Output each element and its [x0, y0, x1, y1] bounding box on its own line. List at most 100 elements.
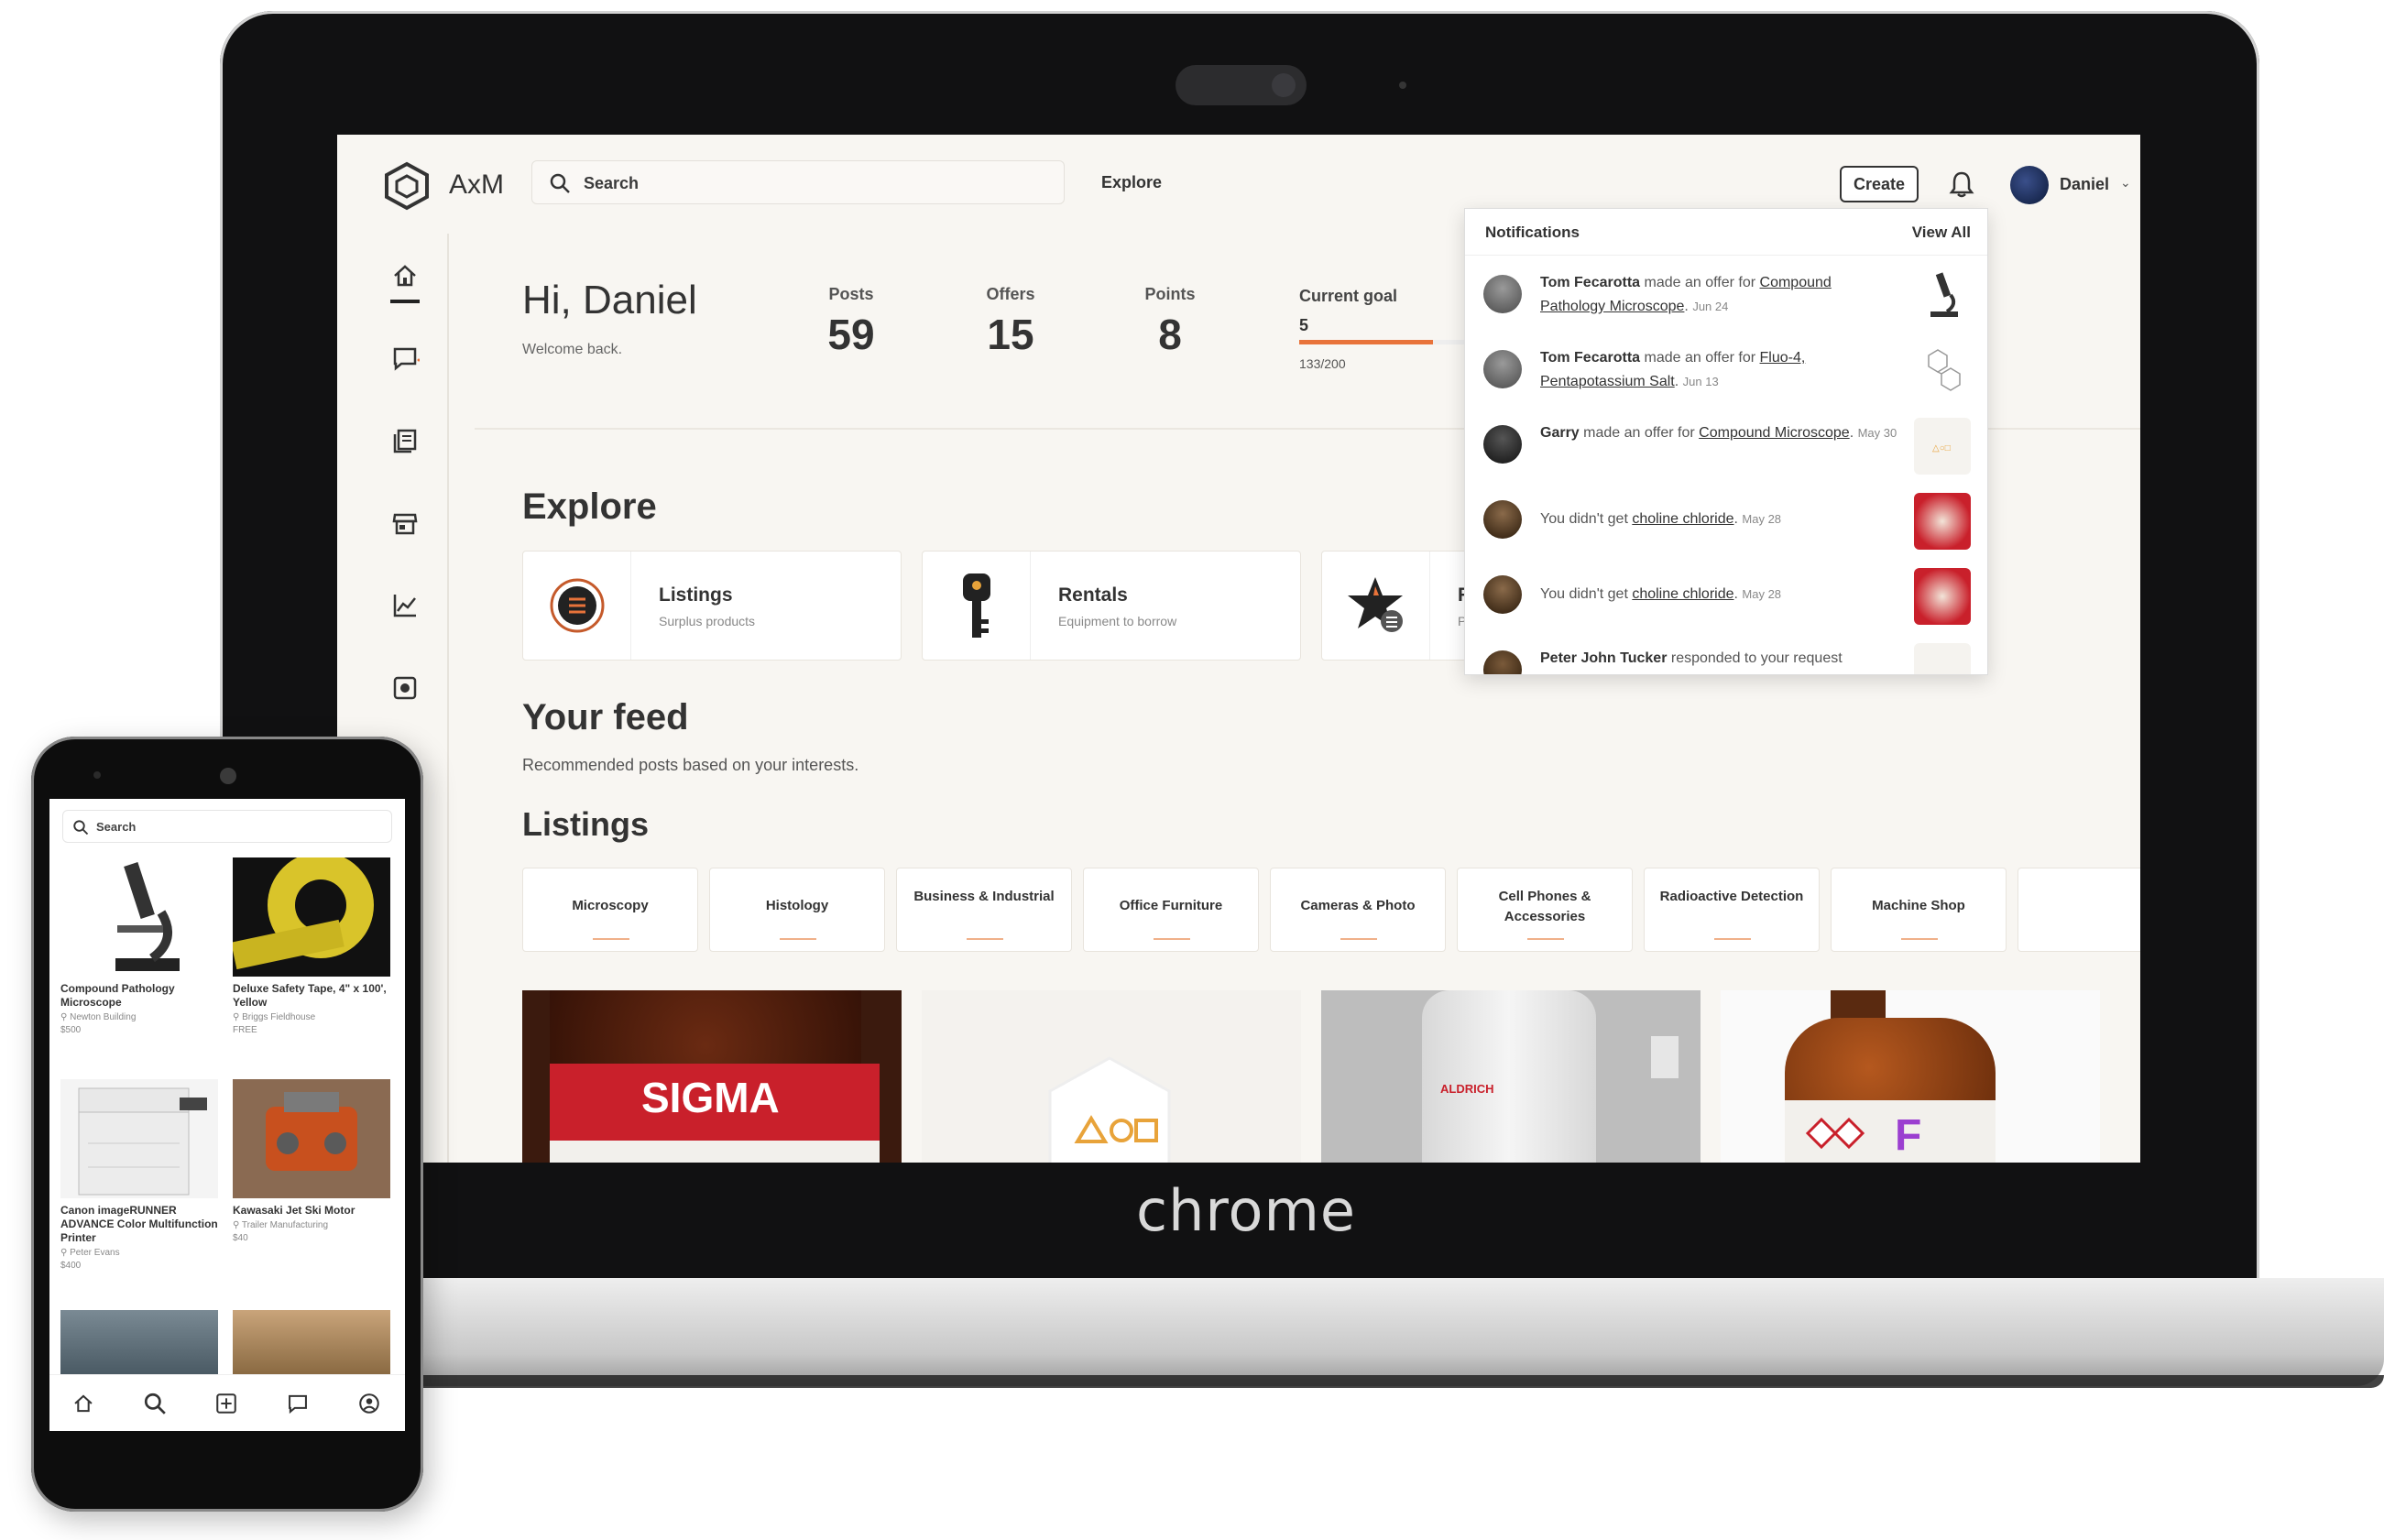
notification-thumbnail: [1914, 268, 1971, 324]
notification-item[interactable]: Peter John Tucker responded to your requ…: [1465, 636, 1987, 674]
listing-title: Canon imageRUNNER ADVANCE Color Multifun…: [60, 1204, 218, 1244]
app-name[interactable]: AxM: [449, 169, 504, 201]
listings-heading: Listings: [522, 805, 650, 843]
notification-link[interactable]: Compound Microscope: [1699, 425, 1850, 441]
top-navigation-bar: AxM Search Explore Create Daniel ⌄: [337, 135, 2140, 213]
home-icon[interactable]: [390, 261, 420, 290]
chat-icon[interactable]: [286, 1392, 310, 1415]
user-menu-name[interactable]: Daniel: [2060, 175, 2109, 194]
stat-label: Posts: [828, 285, 874, 303]
search-icon: [550, 173, 570, 193]
explore-heading: Explore: [522, 486, 657, 527]
placeholder-logo-icon: [1048, 1056, 1171, 1163]
listing-title: Kawasaki Jet Ski Motor: [233, 1204, 355, 1217]
profile-icon[interactable]: [357, 1392, 381, 1415]
listing-location: ⚲ Peter Evans: [60, 1248, 218, 1258]
listing-photo-aldrich[interactable]: ALDRICH: [1321, 990, 1701, 1163]
chevron-down-icon[interactable]: ⌄: [2120, 175, 2131, 191]
bell-icon[interactable]: [1948, 169, 1975, 199]
phone-listing-card[interactable]: Deluxe Safety Tape, 4" x 100', Yellow ⚲ …: [233, 857, 390, 1035]
nav-explore-link[interactable]: Explore: [1101, 173, 1162, 192]
explore-card-rentals[interactable]: Rentals Equipment to borrow: [922, 551, 1301, 661]
avatar: [1483, 500, 1522, 539]
category-underline: [1340, 938, 1377, 940]
phone-listing-card[interactable]: [60, 1310, 218, 1374]
listing-photo-placeholder[interactable]: [922, 990, 1301, 1163]
add-post-icon[interactable]: [214, 1392, 238, 1415]
explore-card-listings[interactable]: Listings Surplus products: [522, 551, 902, 661]
stat-value: 59: [827, 311, 875, 358]
category-underline: [967, 938, 1003, 940]
stat-offers[interactable]: Offers 15: [969, 285, 1052, 359]
category-underline: [593, 938, 629, 940]
laptop-brand-logo: chrome: [1136, 1177, 1356, 1244]
star-icon: [1348, 577, 1403, 632]
category-underline: [1527, 938, 1564, 940]
search-input[interactable]: Search: [531, 160, 1065, 204]
notification-text: You didn't get choline chloride. May 28: [1540, 586, 1782, 602]
category-histology[interactable]: Histology: [709, 868, 885, 952]
phone-listing-card[interactable]: [233, 1310, 390, 1374]
sidebar-divider: [447, 234, 449, 1163]
notification-item[interactable]: Tom Fecarotta made an offer for Compound…: [1465, 260, 1987, 335]
notification-link[interactable]: choline chloride: [1632, 586, 1733, 602]
notification-item[interactable]: Garry made an offer for Compound Microsc…: [1465, 410, 1987, 486]
notification-text: Garry made an offer for Compound Microsc…: [1540, 425, 1897, 441]
documents-icon[interactable]: [390, 426, 420, 455]
listing-location-text: Newton Building: [70, 1012, 137, 1022]
stat-points[interactable]: Points 8: [1129, 285, 1211, 359]
avatar: [1483, 425, 1522, 464]
category-microscopy[interactable]: Microscopy: [522, 868, 698, 952]
notification-item[interactable]: Tom Fecarotta made an offer for Fluo-4, …: [1465, 335, 1987, 410]
stat-value: 15: [987, 311, 1034, 358]
notification-message: responded to your request: [1667, 650, 1843, 666]
category-label: Microscopy: [572, 898, 649, 913]
listing-photo-amber-bottle[interactable]: F: [1721, 990, 2100, 1163]
phone-listing-card[interactable]: Compound Pathology Microscope ⚲ Newton B…: [60, 857, 218, 1035]
listing-location-text: Peter Evans: [70, 1248, 120, 1258]
notification-thumbnail: △○□: [1914, 418, 1971, 475]
phone-listing-card[interactable]: Kawasaki Jet Ski Motor ⚲ Trailer Manufac…: [233, 1079, 390, 1243]
phone-listing-card[interactable]: Canon imageRUNNER ADVANCE Color Multifun…: [60, 1079, 218, 1271]
category-cell-phones[interactable]: Cell Phones & Accessories: [1457, 868, 1633, 952]
search-icon[interactable]: [143, 1392, 167, 1415]
category-business-industrial[interactable]: Business & Industrial: [896, 868, 1072, 952]
category-cameras-photo[interactable]: Cameras & Photo: [1270, 868, 1446, 952]
axm-logo-icon[interactable]: [381, 160, 432, 212]
user-avatar[interactable]: [2010, 166, 2049, 204]
avatar: [1483, 575, 1522, 614]
avatar: [1483, 650, 1522, 674]
printer-icon: [78, 1087, 207, 1196]
notification-thumbnail: [1914, 343, 1971, 399]
notification-item[interactable]: You didn't get choline chloride. May 28: [1465, 486, 1987, 561]
notification-date: Jun 13: [1682, 375, 1719, 388]
category-partial[interactable]: Pu: [2018, 868, 2140, 952]
store-icon[interactable]: [390, 508, 420, 538]
device-mockup: chrome AxM Search Explore Create Daniel …: [0, 0, 2384, 1540]
stat-posts[interactable]: Posts 59: [810, 285, 892, 359]
analytics-icon[interactable]: [390, 591, 420, 620]
chat-icon[interactable]: [390, 344, 420, 373]
aldrich-brand-label: ALDRICH: [1440, 1082, 1494, 1096]
settings-icon[interactable]: [390, 673, 420, 703]
view-all-link[interactable]: View All: [1912, 224, 1971, 242]
notification-message: You didn't get: [1540, 586, 1633, 602]
stat-value: 8: [1158, 311, 1182, 358]
listing-photo-sigma[interactable]: SIGMA: [522, 990, 902, 1163]
phone-search-input[interactable]: Search: [62, 810, 392, 843]
tape-roll-icon: [233, 857, 374, 970]
category-machine-shop[interactable]: Machine Shop: [1831, 868, 2007, 952]
create-button[interactable]: Create: [1840, 166, 1919, 202]
location-pin-icon: ⚲: [233, 1220, 242, 1230]
listing-location: ⚲ Trailer Manufacturing: [233, 1220, 390, 1230]
notification-link[interactable]: choline chloride: [1632, 511, 1733, 527]
listing-image: [60, 857, 218, 977]
phone-search-placeholder: Search: [96, 820, 137, 834]
category-radioactive-detection[interactable]: Radioactive Detection: [1644, 868, 1820, 952]
home-icon[interactable]: [71, 1392, 95, 1415]
notification-message: made an offer for: [1640, 350, 1760, 366]
listing-location-text: Briggs Fieldhouse: [242, 1012, 316, 1022]
category-label: Cameras & Photo: [1300, 898, 1416, 913]
notification-item[interactable]: You didn't get choline chloride. May 28: [1465, 561, 1987, 636]
category-office-furniture[interactable]: Office Furniture: [1083, 868, 1259, 952]
